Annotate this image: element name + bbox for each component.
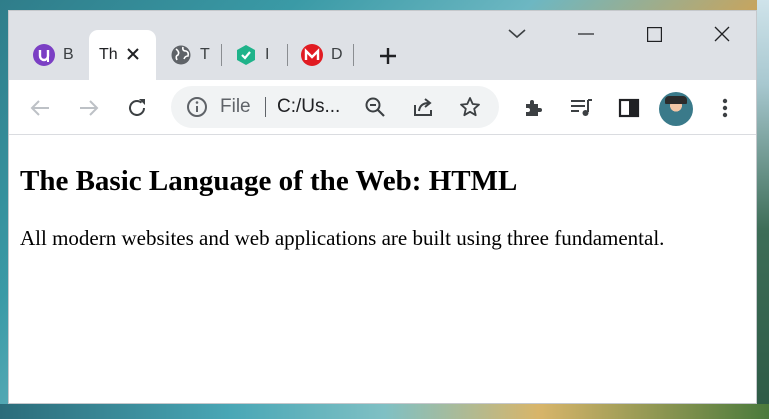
page-title: The Basic Language of the Web: HTML <box>20 165 518 197</box>
tab-m-logo[interactable]: D <box>287 30 353 80</box>
browser-window: B Th T I D File C:/Us... The Basic Langu… <box>8 10 757 404</box>
maximize-button[interactable] <box>631 17 677 51</box>
file-scheme-label: File <box>220 96 251 117</box>
forward-button[interactable] <box>73 92 105 124</box>
tab-upwork[interactable]: B <box>19 30 89 80</box>
tab-search-chevron-icon[interactable] <box>494 17 540 51</box>
omnibox-divider <box>265 97 266 117</box>
browser-toolbar: File C:/Us... <box>9 80 756 135</box>
extensions-puzzle-icon[interactable] <box>517 92 549 124</box>
tab-title: T <box>200 46 210 63</box>
desktop-background-right <box>757 0 769 419</box>
tab-separator <box>353 44 354 66</box>
url-text[interactable]: C:/Us... <box>277 86 340 128</box>
page-content: The Basic Language of the Web: HTML All … <box>9 135 756 403</box>
tab-active[interactable]: Th <box>89 30 156 80</box>
side-panel-icon[interactable] <box>613 92 645 124</box>
close-window-button[interactable] <box>699 17 745 51</box>
desktop-background-bottom <box>0 404 769 419</box>
new-tab-button[interactable] <box>374 42 402 70</box>
green-shield-icon <box>235 44 257 66</box>
share-icon[interactable] <box>412 86 436 128</box>
tab-title: I <box>265 46 270 63</box>
profile-avatar[interactable] <box>659 92 693 126</box>
reload-button[interactable] <box>121 92 153 124</box>
globe-icon <box>170 44 192 66</box>
close-tab-icon[interactable] <box>122 43 144 65</box>
tab-green-shield[interactable]: I <box>221 30 287 80</box>
media-queue-icon[interactable] <box>565 92 597 124</box>
zoom-out-icon[interactable] <box>364 86 386 128</box>
bookmark-star-icon[interactable] <box>459 86 481 128</box>
upwork-icon <box>33 44 55 66</box>
tab-strip: B Th T I D <box>9 11 756 80</box>
minimize-button[interactable] <box>563 17 609 51</box>
tab-globe[interactable]: T <box>156 30 220 80</box>
tab-title: B <box>63 46 74 63</box>
m-logo-icon <box>301 44 323 66</box>
more-menu-icon[interactable] <box>709 92 741 124</box>
page-paragraph: All modern websites and web applications… <box>20 226 665 250</box>
back-button[interactable] <box>24 92 56 124</box>
tab-title: D <box>331 46 343 63</box>
address-bar[interactable]: File C:/Us... <box>171 86 499 128</box>
tab-title: Th <box>99 46 118 63</box>
site-info-icon[interactable] <box>186 86 208 128</box>
